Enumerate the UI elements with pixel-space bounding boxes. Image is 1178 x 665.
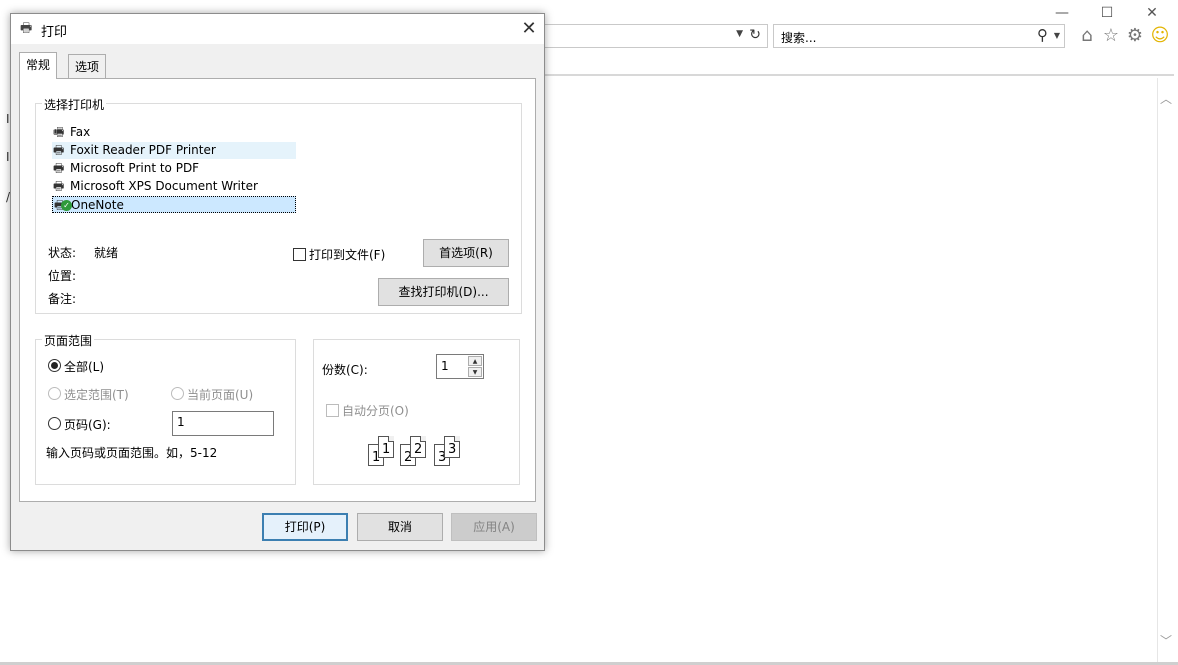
tab-general[interactable]: 常规 <box>19 52 58 79</box>
printer-icon: 🖶 <box>53 179 65 193</box>
page-range-current-radio[interactable] <box>171 387 184 400</box>
copies-group: 份数(C): 1 ▲ ▼ 自动分页(O) 1 1 2 2 3 3 <box>313 339 520 485</box>
printer-name: Microsoft XPS Document Writer <box>70 179 258 193</box>
collate-checkbox[interactable] <box>326 404 339 417</box>
search-input[interactable]: 搜索... ⚲ ▼ <box>773 24 1065 48</box>
tab-label: 选项 <box>75 60 100 74</box>
print-dialog: 🖶 打印 ✕ 常规 选项 选择打印机 🖷 Fax 🖶 Foxit Reader … <box>10 13 545 551</box>
copies-spinner[interactable]: 1 ▲ ▼ <box>436 354 484 379</box>
page-text-fragment: I <box>6 150 10 164</box>
print-button[interactable]: 打印(P) <box>262 513 348 541</box>
dialog-close-button[interactable]: ✕ <box>514 14 544 44</box>
fax-printer-icon: 🖷 <box>53 125 65 139</box>
printer-icon: 🖶 <box>53 161 65 175</box>
page-range-pages-radio[interactable] <box>48 417 61 430</box>
print-to-file-label[interactable]: 打印到文件(F) <box>309 246 385 263</box>
cancel-button-label: 取消 <box>387 520 412 534</box>
copies-value: 1 <box>441 359 449 373</box>
preferences-button[interactable]: 首选项(R) <box>423 239 509 267</box>
select-printer-label: 选择打印机 <box>42 96 107 113</box>
page-range-selection-label[interactable]: 选定范围(T) <box>64 386 129 403</box>
page-range-input[interactable]: 1 <box>172 411 274 436</box>
spin-down-icon[interactable]: ▼ <box>468 367 482 377</box>
printer-item-foxit[interactable]: 🖶 Foxit Reader PDF Printer <box>52 142 296 159</box>
page-range-selection-radio[interactable] <box>48 387 61 400</box>
tab-options[interactable]: 选项 <box>68 54 107 78</box>
tab-strip-divider <box>540 74 1174 76</box>
location-label: 位置: <box>48 269 77 283</box>
printer-name: Foxit Reader PDF Printer <box>70 143 216 157</box>
printer-list[interactable]: 🖷 Fax 🖶 Foxit Reader PDF Printer 🖶 Micro… <box>52 124 532 232</box>
status-value: 就绪 <box>94 246 119 260</box>
printer-item-fax[interactable]: 🖷 Fax <box>52 124 296 141</box>
page-range-input-value: 1 <box>177 415 185 429</box>
page-range-all-radio[interactable] <box>48 359 61 372</box>
address-bar[interactable]: ▼ ↻ <box>540 24 768 48</box>
close-window-button[interactable]: ✕ <box>1130 2 1174 24</box>
printer-icon: 🖶 <box>53 143 65 157</box>
apply-button[interactable]: 应用(A) <box>451 513 537 541</box>
printer-name: OneNote <box>71 198 124 212</box>
find-printer-button[interactable]: 查找打印机(D)... <box>378 278 509 306</box>
collate-illustration: 1 1 2 2 3 3 <box>368 436 468 468</box>
printer-item-onenote[interactable]: 🖶 ✓ OneNote <box>52 196 296 213</box>
feedback-smiley-icon[interactable]: ☺ <box>1148 24 1172 48</box>
search-dropdown-icon[interactable]: ▼ <box>1054 31 1060 40</box>
page-range-group: 页面范围 全部(L) 选定范围(T) 当前页面(U) 页码(G): 1 输入页码… <box>35 332 296 485</box>
address-dropdown-icon[interactable]: ▼ <box>736 29 743 39</box>
collate-label[interactable]: 自动分页(O) <box>342 402 409 419</box>
select-printer-group: 选择打印机 🖷 Fax 🖶 Foxit Reader PDF Printer 🖶… <box>35 96 522 314</box>
minimize-button[interactable]: — <box>1040 2 1084 24</box>
print-button-label: 打印(P) <box>284 520 326 534</box>
dialog-title: 打印 <box>41 25 68 40</box>
printer-name: Fax <box>70 125 91 139</box>
settings-gear-icon[interactable]: ⚙ <box>1123 24 1147 48</box>
find-printer-button-label: 查找打印机(D)... <box>398 285 489 299</box>
page-text-fragment: I <box>6 112 10 126</box>
search-placeholder: 搜索... <box>781 31 817 45</box>
spin-up-icon[interactable]: ▲ <box>468 356 482 366</box>
printer-item-xps[interactable]: 🖶 Microsoft XPS Document Writer <box>52 178 296 195</box>
collate-page-icon: 1 <box>378 436 394 458</box>
page-range-pages-label[interactable]: 页码(G): <box>64 416 111 433</box>
tab-label: 常规 <box>26 58 51 72</box>
printer-icon: 🖶 <box>20 21 33 36</box>
page-range-all-label[interactable]: 全部(L) <box>64 358 104 375</box>
search-icon[interactable]: ⚲ <box>1037 26 1048 44</box>
favorites-star-icon[interactable]: ☆ <box>1099 24 1123 48</box>
cancel-button[interactable]: 取消 <box>357 513 443 541</box>
home-icon[interactable]: ⌂ <box>1075 24 1099 48</box>
scroll-down-icon[interactable]: ﹀ <box>1159 632 1173 649</box>
dialog-title-bar[interactable]: 🖶 打印 ✕ <box>11 14 544 44</box>
printer-name: Microsoft Print to PDF <box>70 161 200 175</box>
comment-label: 备注: <box>48 292 77 306</box>
collate-page-icon: 3 <box>444 436 460 458</box>
copies-label: 份数(C): <box>322 363 368 377</box>
page-range-hint: 输入页码或页面范围。如，5-12 <box>46 446 218 460</box>
vertical-scrollbar[interactable] <box>1157 78 1174 662</box>
print-to-file-checkbox[interactable] <box>293 248 306 261</box>
scroll-up-icon[interactable]: ︿ <box>1159 90 1173 107</box>
default-printer-check-icon: ✓ <box>61 200 72 211</box>
refresh-icon[interactable]: ↻ <box>749 27 761 43</box>
collate-page-icon: 2 <box>410 436 426 458</box>
page-range-label: 页面范围 <box>42 332 95 349</box>
page-range-current-label[interactable]: 当前页面(U) <box>187 386 253 403</box>
apply-button-label: 应用(A) <box>473 520 515 534</box>
printer-item-ms-pdf[interactable]: 🖶 Microsoft Print to PDF <box>52 160 296 177</box>
status-label: 状态: <box>48 246 77 260</box>
preferences-button-label: 首选项(R) <box>439 246 493 260</box>
maximize-button[interactable]: ☐ <box>1085 2 1129 24</box>
tab-panel-general: 选择打印机 🖷 Fax 🖶 Foxit Reader PDF Printer 🖶… <box>19 78 536 502</box>
